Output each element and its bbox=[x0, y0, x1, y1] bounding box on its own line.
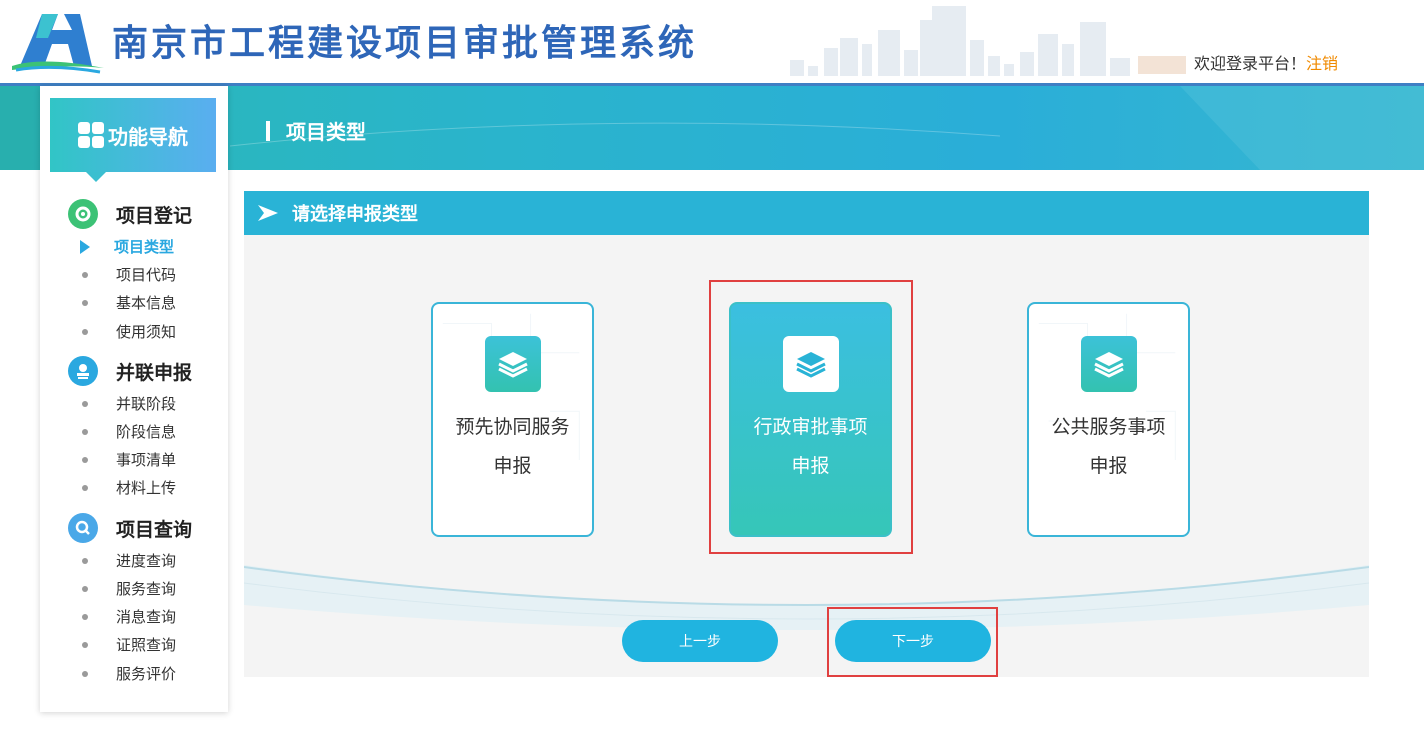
layers-icon bbox=[1081, 336, 1137, 392]
sidebar-item-label: 服务查询 bbox=[116, 580, 177, 598]
dot-icon bbox=[82, 613, 88, 620]
sidebar-item-label: 阶段信息 bbox=[116, 423, 177, 441]
nav-group-label: 并联申报 bbox=[116, 361, 193, 384]
heading-bar bbox=[266, 120, 270, 141]
search-icon bbox=[68, 513, 98, 543]
top-header: 南京市工程建设项目审批管理系统 欢迎登录平台！注销 bbox=[0, 0, 1424, 86]
sidebar-item-service-rating[interactable]: 服务评价 bbox=[80, 663, 176, 684]
nav-header: 功能导航 bbox=[50, 98, 216, 182]
layers-icon bbox=[485, 336, 541, 392]
chevron-right-icon bbox=[258, 205, 278, 221]
card-label-line1: 公共服务事项 bbox=[1051, 416, 1166, 438]
page-heading: 项目类型 bbox=[266, 116, 366, 145]
nav-group-label: 项目登记 bbox=[116, 204, 193, 227]
sidebar-item-label: 使用须知 bbox=[116, 323, 177, 341]
card-label: 公共服务事项 申报 bbox=[1029, 408, 1188, 486]
card-public-service[interactable]: 公共服务事项 申报 bbox=[1027, 302, 1190, 537]
dot-icon bbox=[82, 428, 88, 435]
sidebar-item-label: 并联阶段 bbox=[116, 395, 177, 413]
logout-link[interactable]: 注销 bbox=[1306, 54, 1338, 73]
declaration-type-panel: 预先协同服务 申报 行政审批事项 申报 公共服务事项 申报 bbox=[244, 235, 1369, 677]
skyline-decoration bbox=[790, 6, 1130, 76]
welcome-text: 欢迎登录平台！ bbox=[1194, 54, 1307, 73]
sidebar-item-label: 证照查询 bbox=[116, 636, 177, 654]
sidebar-item-label: 项目代码 bbox=[116, 266, 177, 284]
sidebar-item-label: 基本信息 bbox=[116, 294, 177, 312]
card-label-line1: 预先协同服务 bbox=[455, 416, 570, 438]
dot-icon bbox=[82, 328, 88, 335]
prev-step-button[interactable]: 上一步 bbox=[622, 620, 778, 662]
sidebar-item-project-code[interactable]: 项目代码 bbox=[80, 264, 176, 285]
layers-icon bbox=[783, 336, 839, 392]
section-header: 请选择申报类型 bbox=[244, 191, 1369, 235]
sidebar-item-material-upload[interactable]: 材料上传 bbox=[80, 477, 176, 498]
dot-icon bbox=[82, 557, 88, 564]
sidebar-item-label: 消息查询 bbox=[116, 608, 177, 626]
card-administrative-approval[interactable]: 行政审批事项 申报 bbox=[729, 302, 892, 537]
card-label-line2: 申报 bbox=[791, 455, 830, 477]
system-title: 南京市工程建设项目审批管理系统 bbox=[112, 23, 698, 64]
nav-group-parallel[interactable]: 并联申报 bbox=[68, 356, 192, 386]
user-welcome: 欢迎登录平台！注销 bbox=[1138, 50, 1338, 74]
stamp-icon bbox=[68, 356, 98, 386]
dot-icon bbox=[82, 400, 88, 407]
username-mask bbox=[1138, 55, 1186, 74]
page-title: 项目类型 bbox=[286, 120, 366, 144]
sidebar-item-label: 项目类型 bbox=[114, 238, 175, 256]
dot-icon bbox=[82, 484, 88, 491]
dot-icon bbox=[82, 299, 88, 306]
city-logo-icon bbox=[12, 14, 104, 74]
sidebar-item-basic-info[interactable]: 基本信息 bbox=[80, 292, 176, 313]
card-label-line1: 行政审批事项 bbox=[753, 416, 868, 438]
grid-icon bbox=[78, 122, 104, 148]
next-step-button[interactable]: 下一步 bbox=[835, 620, 991, 662]
dot-icon bbox=[82, 670, 88, 677]
nav-group-registration[interactable]: 项目登记 bbox=[68, 199, 192, 229]
sidebar-item-project-type[interactable]: 项目类型 bbox=[80, 236, 174, 257]
sidebar-item-usage-notice[interactable]: 使用须知 bbox=[80, 321, 176, 342]
card-label: 行政审批事项 申报 bbox=[731, 408, 890, 486]
gear-icon bbox=[68, 199, 98, 229]
sidebar-item-stage-info[interactable]: 阶段信息 bbox=[80, 421, 176, 442]
sidebar-nav: 功能导航 项目登记 项目类型 项目代码 基本信息 使用须知 并联申报 并联阶段 … bbox=[40, 86, 228, 712]
card-label-line2: 申报 bbox=[1089, 455, 1128, 477]
active-arrow-icon bbox=[80, 239, 90, 254]
sidebar-item-label: 事项清单 bbox=[116, 451, 177, 469]
dot-icon bbox=[82, 585, 88, 592]
nav-title: 功能导航 bbox=[108, 124, 188, 149]
section-title: 请选择申报类型 bbox=[292, 204, 418, 225]
sidebar-item-message-query[interactable]: 消息查询 bbox=[80, 606, 176, 627]
sidebar-item-item-list[interactable]: 事项清单 bbox=[80, 449, 176, 470]
sidebar-item-parallel-stage[interactable]: 并联阶段 bbox=[80, 393, 176, 414]
card-label: 预先协同服务 申报 bbox=[433, 408, 592, 486]
nav-group-query[interactable]: 项目查询 bbox=[68, 513, 192, 543]
dot-icon bbox=[82, 641, 88, 648]
dot-icon bbox=[82, 456, 88, 463]
sidebar-item-service-query[interactable]: 服务查询 bbox=[80, 578, 176, 599]
sidebar-item-label: 进度查询 bbox=[116, 552, 177, 570]
card-pre-coordination[interactable]: 预先协同服务 申报 bbox=[431, 302, 594, 537]
sidebar-item-progress-query[interactable]: 进度查询 bbox=[80, 550, 176, 571]
sidebar-item-license-query[interactable]: 证照查询 bbox=[80, 634, 176, 655]
sidebar-item-label: 材料上传 bbox=[116, 479, 177, 497]
nav-group-label: 项目查询 bbox=[116, 518, 193, 541]
dot-icon bbox=[82, 271, 88, 278]
sidebar-item-label: 服务评价 bbox=[116, 665, 177, 683]
card-label-line2: 申报 bbox=[493, 455, 532, 477]
